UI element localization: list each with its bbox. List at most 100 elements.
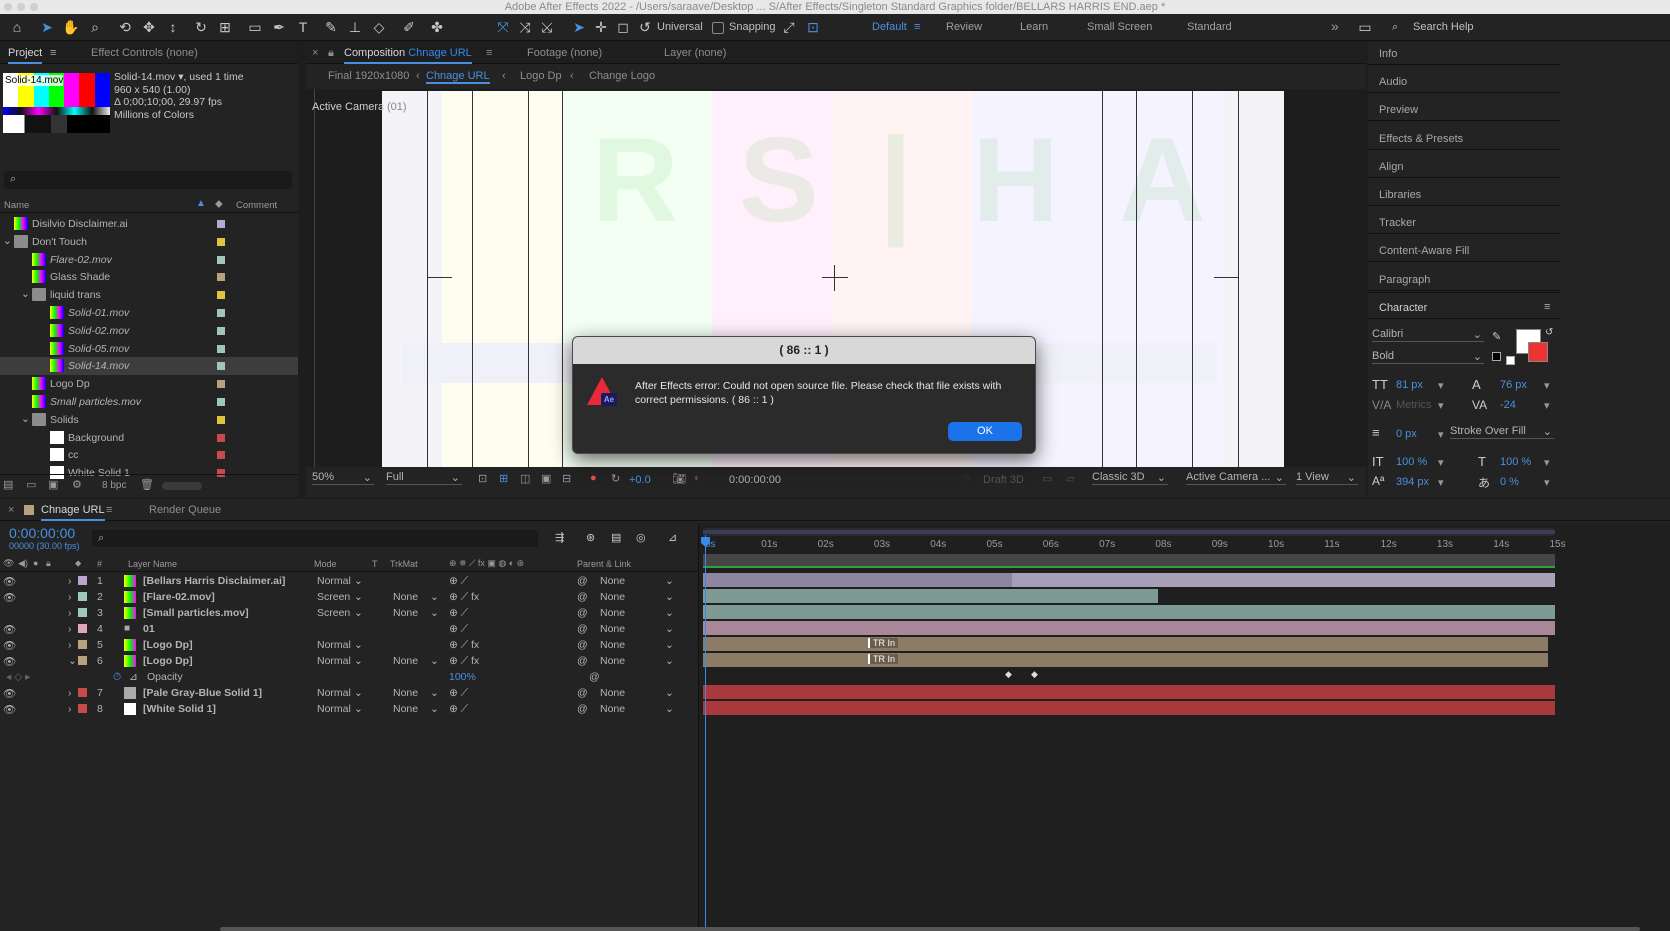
workspace-menu-icon[interactable]: ≡: [914, 21, 920, 33]
font-style-select[interactable]: Bold ⌄: [1372, 350, 1484, 364]
visibility-eye-icon[interactable]: 👁︎: [3, 687, 16, 700]
stroke-type-select[interactable]: Stroke Over Fill ⌄: [1450, 425, 1554, 439]
visibility-eye-icon[interactable]: 👁︎: [3, 623, 16, 636]
project-item[interactable]: Logo Dp: [0, 375, 298, 393]
label-color[interactable]: [217, 380, 225, 389]
pen-tool-icon[interactable]: ✒: [270, 18, 288, 36]
project-item[interactable]: Solid-05.mov: [0, 340, 298, 358]
minimize-window-button[interactable]: [17, 3, 25, 11]
disclosure-icon[interactable]: ›: [68, 591, 72, 603]
parent-dropdown-icon[interactable]: ⌄: [665, 655, 674, 667]
font-size-value[interactable]: 81 px: [1396, 379, 1423, 391]
new-folder-icon[interactable]: ▭: [26, 478, 36, 491]
snapping-checkbox[interactable]: [712, 22, 724, 34]
layer-switches-icon[interactable]: ⊕ ⟋: [449, 623, 468, 636]
timeline-menu-icon[interactable]: ≡: [106, 504, 112, 516]
pan-camera-icon[interactable]: ✥: [140, 18, 158, 36]
layer-mode-select[interactable]: Normal: [317, 687, 351, 699]
trkmat-dropdown-icon[interactable]: ⌄: [430, 655, 439, 667]
layer-name[interactable]: [Logo Dp]: [143, 639, 193, 651]
layer-marker[interactable]: TR In: [868, 654, 899, 664]
panel-align[interactable]: Align: [1379, 161, 1403, 173]
baseline-dropdown-icon[interactable]: ▾: [1438, 476, 1444, 489]
grid-icon[interactable]: ⊟: [562, 472, 571, 485]
trkmat-dropdown-icon[interactable]: ⌄: [430, 591, 439, 603]
layer-label-color[interactable]: [78, 576, 87, 585]
layer-mode-select[interactable]: Normal: [317, 703, 351, 715]
snap-options-icon[interactable]: ⤢: [780, 18, 798, 36]
layer-bar[interactable]: [703, 573, 1555, 587]
layer-trkmat-select[interactable]: None: [393, 703, 418, 715]
disclosure-icon[interactable]: ›: [68, 639, 72, 651]
project-item[interactable]: ⌄ Don't Touch: [0, 233, 298, 251]
thumbnail-slider[interactable]: [162, 482, 202, 490]
parent-select[interactable]: None: [600, 687, 625, 699]
brush-tool-icon[interactable]: ✎: [322, 18, 340, 36]
hscale-dropdown-icon[interactable]: ▾: [1544, 456, 1550, 469]
disclosure-icon[interactable]: ⌄: [21, 413, 30, 425]
pick-whip-icon[interactable]: @: [577, 687, 588, 699]
world-axis-icon[interactable]: ⤨: [516, 18, 534, 36]
layer-switches-icon[interactable]: ⊕ ⟋ fx: [449, 591, 479, 604]
snapshot-camera-icon[interactable]: 📷︎: [672, 472, 686, 485]
tab-project[interactable]: Project: [8, 47, 43, 64]
local-axis-icon[interactable]: ⤧: [494, 18, 512, 36]
footage-name[interactable]: Solid-14.mov ▾: [114, 71, 183, 83]
close-timeline-icon[interactable]: ×: [8, 504, 14, 516]
layer-trkmat-select[interactable]: None: [393, 687, 418, 699]
rectangle-tool-icon[interactable]: ▭: [246, 18, 264, 36]
breadcrumb-current[interactable]: Chnage URL: [426, 70, 490, 84]
motion-blur-icon[interactable]: ◎: [636, 531, 646, 544]
panel-preview[interactable]: Preview: [1379, 104, 1418, 116]
layer-mode-select[interactable]: Screen: [317, 607, 350, 619]
workspace-standard[interactable]: Standard: [1187, 21, 1232, 33]
tab-footage[interactable]: Footage (none): [527, 47, 602, 59]
pick-whip-icon[interactable]: @: [589, 671, 600, 683]
project-item[interactable]: ⌄ Solids: [0, 411, 298, 429]
reset-exposure-icon[interactable]: ↻: [611, 472, 620, 485]
mode-dropdown-icon[interactable]: ⌄: [354, 575, 363, 587]
label-color[interactable]: [217, 309, 225, 317]
disclosure-icon[interactable]: ⌄: [3, 235, 12, 247]
eyedropper-icon[interactable]: ✎: [1492, 330, 1501, 343]
panel-libraries[interactable]: Libraries: [1379, 189, 1421, 201]
disclosure-icon[interactable]: ›: [68, 607, 72, 619]
layer-switches-icon[interactable]: ⊕ ⟋: [449, 575, 468, 588]
exposure-value[interactable]: +0.0: [629, 474, 651, 486]
opacity-value[interactable]: 100%: [449, 671, 476, 683]
selection-tool-icon[interactable]: ➤: [38, 18, 56, 36]
visibility-eye-icon[interactable]: 👁︎: [3, 655, 16, 668]
project-item[interactable]: Small particles.mov: [0, 393, 298, 411]
parent-select[interactable]: None: [600, 655, 625, 667]
draft3d-label[interactable]: Draft 3D: [983, 474, 1024, 486]
col-name[interactable]: Name: [4, 200, 29, 211]
pan-behind-icon[interactable]: ⊞: [216, 18, 234, 36]
project-item[interactable]: Glass Shade: [0, 268, 298, 286]
scale-icon[interactable]: ◻: [614, 18, 632, 36]
new-comp-icon[interactable]: ▣: [48, 478, 58, 491]
bpc-label[interactable]: 8 bpc: [102, 480, 126, 491]
layer-mode-select[interactable]: Normal: [317, 639, 351, 651]
disclosure-icon[interactable]: ⌄: [21, 288, 30, 300]
rotate-icon[interactable]: ↺: [636, 18, 654, 36]
layer-switches-icon[interactable]: ⊕ ⟋: [449, 687, 468, 700]
label-color[interactable]: [217, 451, 225, 460]
close-window-button[interactable]: [4, 3, 12, 11]
label-color[interactable]: [217, 326, 225, 335]
tab-composition[interactable]: Composition: [344, 47, 405, 59]
kerning-value[interactable]: Metrics: [1396, 399, 1431, 411]
transparency-grid-icon[interactable]: ⊞: [499, 472, 508, 485]
tsume-value[interactable]: 0 %: [1500, 476, 1519, 488]
disclosure-icon[interactable]: ›: [68, 575, 72, 587]
breadcrumb-final[interactable]: Final 1920x1080: [328, 70, 409, 82]
layer-switches-icon[interactable]: ⊕ ⟋: [449, 607, 468, 620]
parent-dropdown-icon[interactable]: ⌄: [665, 623, 674, 635]
white-swatch[interactable]: [1506, 356, 1515, 365]
snapping-label[interactable]: Snapping: [729, 21, 776, 33]
more-workspaces-icon[interactable]: »: [1331, 18, 1339, 34]
mode-dropdown-icon[interactable]: ⌄: [354, 655, 363, 667]
orbit-camera-icon[interactable]: ⟲: [116, 18, 134, 36]
pick-whip-icon[interactable]: @: [577, 591, 588, 603]
black-swatch[interactable]: [1492, 352, 1501, 361]
sort-ascending-icon[interactable]: ▲: [196, 198, 206, 209]
